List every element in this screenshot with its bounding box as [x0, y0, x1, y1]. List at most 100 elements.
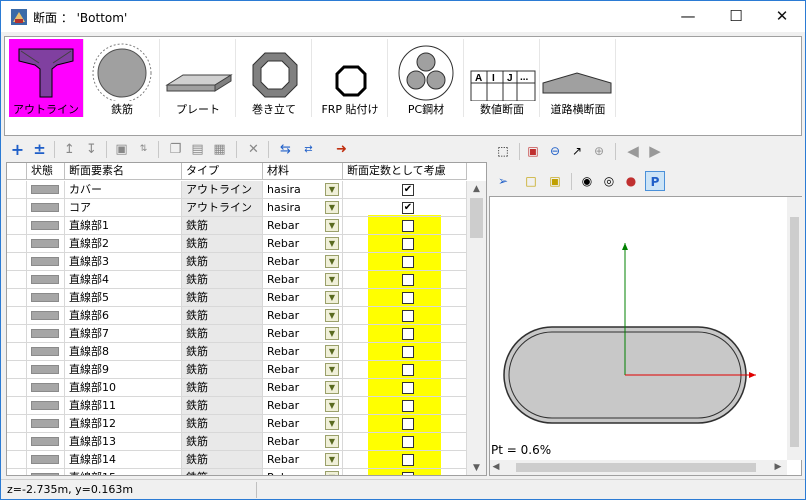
row-selector[interactable]	[7, 469, 27, 475]
row-selector[interactable]	[7, 199, 27, 216]
row-selector[interactable]	[7, 343, 27, 360]
row-name[interactable]: 直線部3	[65, 253, 182, 270]
row-selector[interactable]	[7, 181, 27, 198]
row-name[interactable]: 直線部5	[65, 289, 182, 306]
row-name[interactable]: 直線部1	[65, 217, 182, 234]
row-name[interactable]: カバー	[65, 181, 182, 198]
ribbon-wrap[interactable]: 巻き立て	[237, 39, 312, 117]
table-row[interactable]: 直線部12 鉄筋 Rebar ▼	[7, 415, 467, 433]
material-dropdown-icon[interactable]: ▼	[325, 327, 339, 340]
move-down-icon[interactable]: ↧	[82, 140, 101, 159]
consider-checkbox[interactable]: ✔	[402, 202, 414, 214]
section-property-toggle[interactable]: P	[645, 171, 665, 191]
ribbon-numeric-section[interactable]: A I J ... 数値断面	[465, 39, 540, 117]
forward-icon[interactable]: ▶	[645, 141, 665, 161]
row-name[interactable]: 直線部6	[65, 307, 182, 324]
consider-checkbox[interactable]	[402, 292, 414, 304]
table-row[interactable]: 直線部7 鉄筋 Rebar ▼	[7, 325, 467, 343]
material-dropdown-icon[interactable]: ▼	[325, 471, 339, 475]
zoom-out-icon[interactable]: ⊖	[545, 141, 565, 161]
header-state[interactable]: 状態	[27, 163, 65, 180]
table-row[interactable]: 直線部8 鉄筋 Rebar ▼	[7, 343, 467, 361]
ribbon-frp[interactable]: FRP 貼付け	[313, 39, 388, 117]
row-selector[interactable]	[7, 271, 27, 288]
table-row[interactable]: 直線部5 鉄筋 Rebar ▼	[7, 289, 467, 307]
material-dropdown-icon[interactable]: ▼	[325, 237, 339, 250]
consider-checkbox[interactable]	[402, 310, 414, 322]
row-name[interactable]: 直線部9	[65, 361, 182, 378]
consider-checkbox[interactable]	[402, 346, 414, 358]
export-icon[interactable]: ➜	[332, 140, 351, 159]
consider-checkbox[interactable]	[402, 382, 414, 394]
row-selector[interactable]	[7, 451, 27, 468]
consider-checkbox[interactable]	[402, 238, 414, 250]
material-dropdown-icon[interactable]: ▼	[325, 417, 339, 430]
table-row[interactable]: 直線部4 鉄筋 Rebar ▼	[7, 271, 467, 289]
table-row[interactable]: 直線部1 鉄筋 Rebar ▼	[7, 217, 467, 235]
consider-checkbox[interactable]: ✔	[402, 184, 414, 196]
sort-icon[interactable]: ⇅	[134, 140, 153, 159]
zoom-fit-icon[interactable]: ⊕	[589, 141, 609, 161]
back-icon[interactable]: ◀	[623, 141, 643, 161]
ribbon-road-cross-section[interactable]: 道路横断面	[541, 39, 616, 117]
row-name[interactable]: 直線部8	[65, 343, 182, 360]
table-row[interactable]: 直線部3 鉄筋 Rebar ▼	[7, 253, 467, 271]
swap-numbered-icon[interactable]: ⇄	[299, 140, 318, 159]
image-icon[interactable]: ▣	[112, 140, 131, 159]
zoom-direction-icon[interactable]: ↗	[567, 141, 587, 161]
ribbon-plate[interactable]: プレート	[161, 39, 236, 117]
view-vscroll-thumb[interactable]	[790, 217, 799, 447]
row-selector[interactable]	[7, 325, 27, 342]
material-dropdown-icon[interactable]: ▼	[325, 345, 339, 358]
row-name[interactable]: コア	[65, 199, 182, 216]
ribbon-pc-steel[interactable]: PC鋼材	[389, 39, 464, 117]
copy-icon[interactable]: ❐	[166, 140, 185, 159]
header-name[interactable]: 断面要素名	[65, 163, 182, 180]
material-dropdown-icon[interactable]: ▼	[325, 381, 339, 394]
row-name[interactable]: 直線部15	[65, 469, 182, 475]
material-dropdown-icon[interactable]: ▼	[325, 183, 339, 196]
consider-checkbox[interactable]	[402, 472, 414, 475]
consider-checkbox[interactable]	[402, 436, 414, 448]
material-dropdown-icon[interactable]: ▼	[325, 309, 339, 322]
material-dropdown-icon[interactable]: ▼	[325, 273, 339, 286]
material-dropdown-icon[interactable]: ▼	[325, 291, 339, 304]
paste-special-icon[interactable]: ▦	[210, 140, 229, 159]
camera-alt-icon[interactable]: ◎	[599, 171, 619, 191]
consider-checkbox[interactable]	[402, 256, 414, 268]
material-dropdown-icon[interactable]: ▼	[325, 201, 339, 214]
consider-checkbox[interactable]	[402, 454, 414, 466]
scroll-thumb[interactable]	[470, 198, 483, 238]
row-selector[interactable]	[7, 307, 27, 324]
consider-checkbox[interactable]	[402, 418, 414, 430]
row-name[interactable]: 直線部12	[65, 415, 182, 432]
row-selector[interactable]	[7, 433, 27, 450]
ribbon-outline[interactable]: アウトライン	[9, 39, 84, 117]
select-all-icon[interactable]: ⬚	[493, 141, 513, 161]
add-icon[interactable]: +	[8, 140, 27, 159]
camera-icon[interactable]: ◉	[577, 171, 597, 191]
select-region-alt-icon[interactable]: ▣	[545, 171, 565, 191]
color-icon[interactable]: ●	[621, 171, 641, 191]
table-row[interactable]: 直線部13 鉄筋 Rebar ▼	[7, 433, 467, 451]
table-row[interactable]: カバー アウトライン hasira ▼ ✔	[7, 181, 467, 199]
consider-checkbox[interactable]	[402, 328, 414, 340]
hscroll-left-icon[interactable]: ◀	[490, 459, 502, 476]
row-name[interactable]: 直線部14	[65, 451, 182, 468]
header-consider[interactable]: 断面定数として考慮	[343, 163, 467, 180]
zoom-window-icon[interactable]: ▣	[523, 141, 543, 161]
view-hscroll-thumb[interactable]	[516, 463, 756, 472]
table-scrollbar[interactable]: ▲ ▼	[467, 181, 486, 475]
consider-checkbox[interactable]	[402, 364, 414, 376]
row-selector[interactable]	[7, 289, 27, 306]
material-dropdown-icon[interactable]: ▼	[325, 219, 339, 232]
row-selector[interactable]	[7, 235, 27, 252]
row-selector[interactable]	[7, 361, 27, 378]
minimize-button[interactable]: —	[665, 1, 711, 32]
table-row[interactable]: 直線部9 鉄筋 Rebar ▼	[7, 361, 467, 379]
ribbon-rebar[interactable]: 鉄筋	[85, 39, 160, 117]
paste-icon[interactable]: ▤	[188, 140, 207, 159]
row-name[interactable]: 直線部11	[65, 397, 182, 414]
scroll-up-icon[interactable]: ▲	[467, 181, 486, 198]
material-dropdown-icon[interactable]: ▼	[325, 435, 339, 448]
